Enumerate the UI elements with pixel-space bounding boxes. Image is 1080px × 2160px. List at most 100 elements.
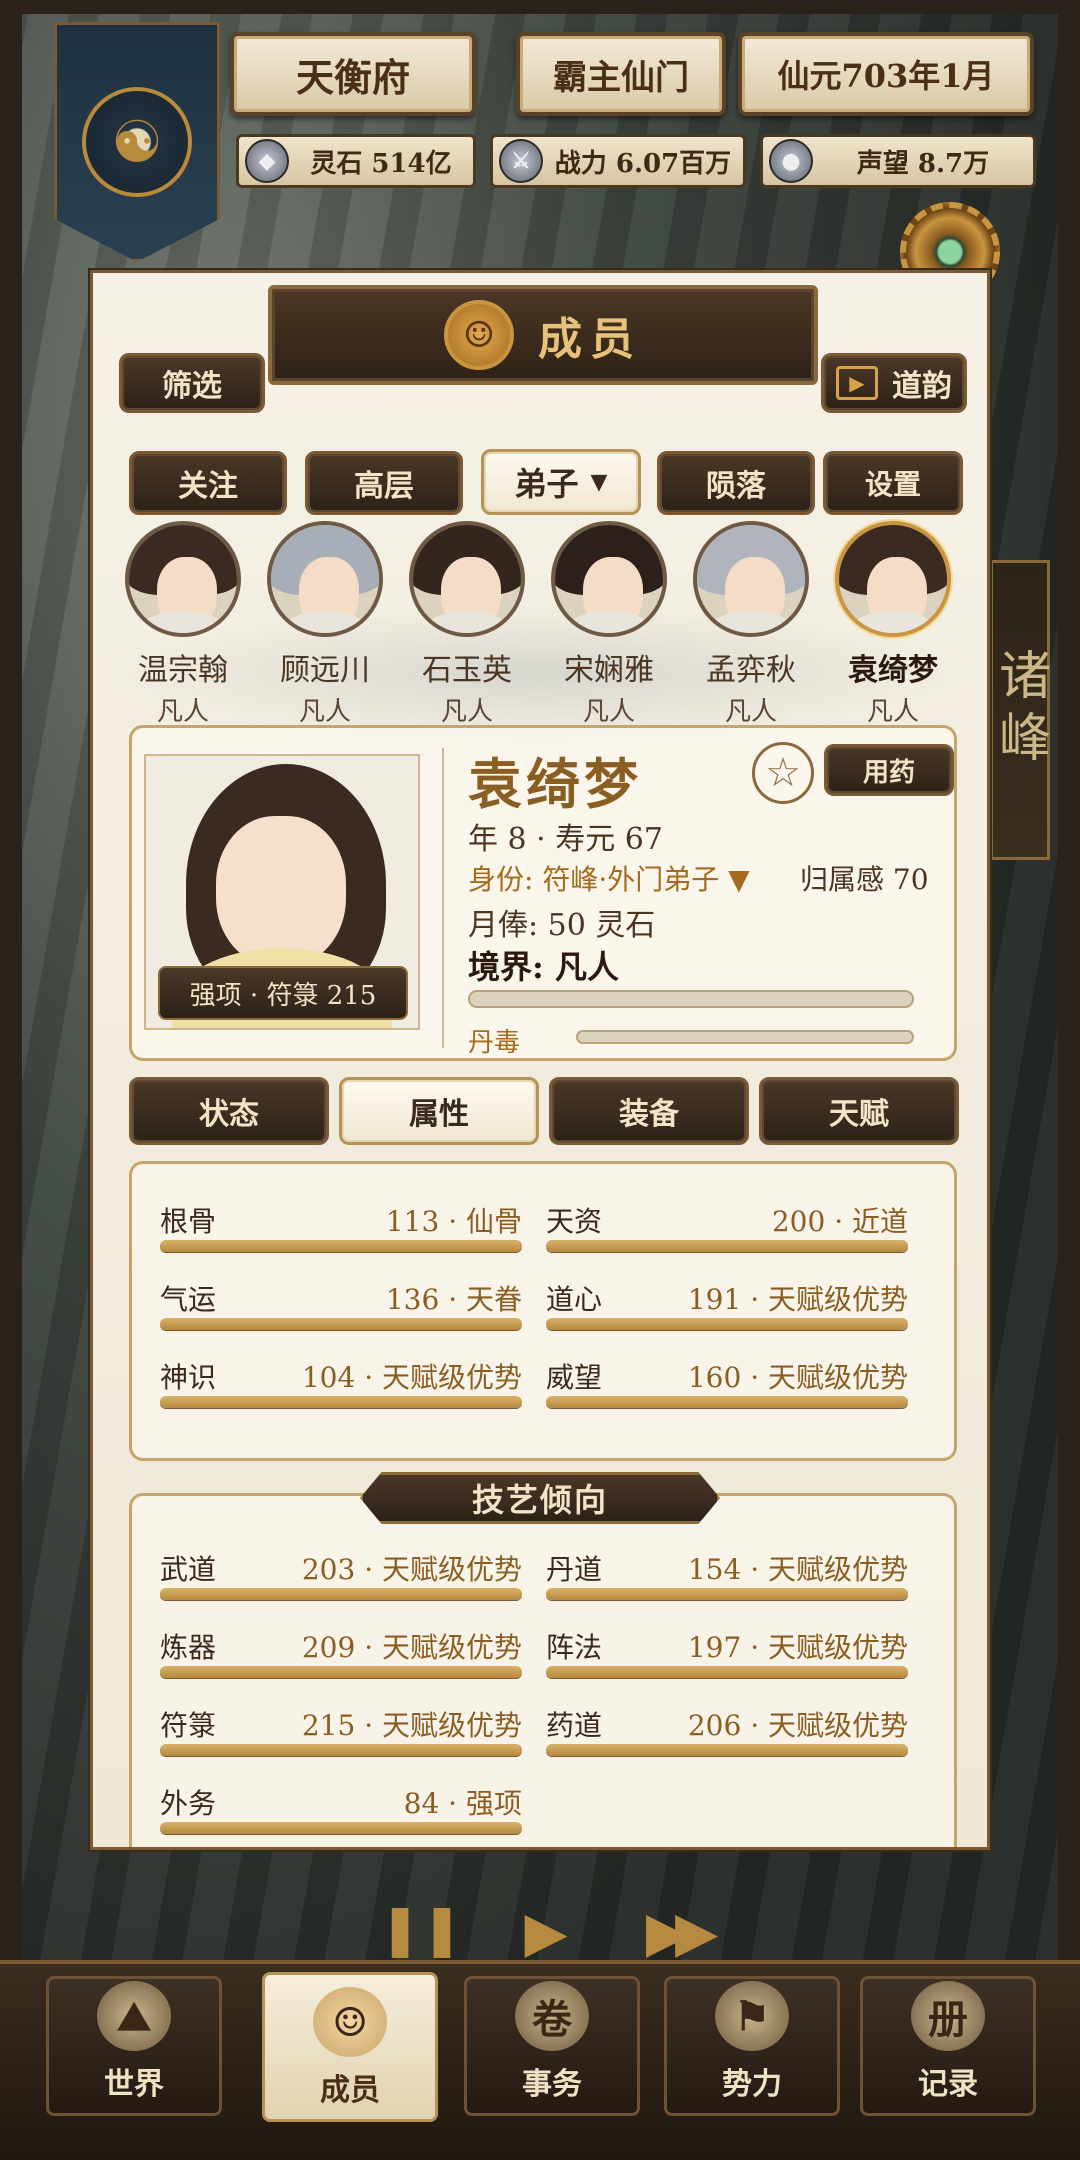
- skill-value: 84 · 强项: [403, 1787, 522, 1820]
- member-portrait: 强项 · 符箓 215: [144, 754, 420, 1030]
- spirit-stone-label: 灵石 514亿: [310, 148, 452, 179]
- tab-talent[interactable]: 天赋: [759, 1077, 959, 1145]
- nav-factions[interactable]: ⚑ 势力: [664, 1976, 840, 2116]
- identity-dropdown[interactable]: 身份: 符峰·外门弟子 ▼: [468, 858, 750, 898]
- member-card[interactable]: 顾远川 凡人: [265, 521, 385, 728]
- side-peaks-tab[interactable]: 诸峰: [990, 560, 1050, 860]
- reputation-resource[interactable]: ● 声望 8.7万: [760, 134, 1036, 188]
- sect-name: 天衡府: [295, 54, 410, 100]
- attribute-row: 气运 136 · 天眷: [160, 1266, 522, 1336]
- member-card[interactable]: 孟弈秋 凡人: [691, 521, 811, 728]
- skill-row: 武道 203 · 天赋级优势: [160, 1536, 522, 1606]
- attribute-name: 气运: [160, 1283, 217, 1316]
- member-rank: 凡人: [866, 697, 919, 727]
- nav-affairs[interactable]: 卷 事务: [464, 1976, 640, 2116]
- nav-label: 记录: [918, 2067, 978, 2102]
- skill-name: 丹道: [546, 1553, 603, 1586]
- tab-label: 装备: [619, 1097, 679, 1132]
- skill-value: 206 · 天赋级优势: [687, 1709, 908, 1742]
- skill-name: 阵法: [546, 1631, 603, 1664]
- member-avatar: [125, 521, 241, 637]
- member-detail-name: 袁绮梦: [468, 752, 642, 816]
- tab-attributes[interactable]: 属性: [339, 1077, 539, 1145]
- panel-title-bar: ☺ 成员: [268, 285, 818, 385]
- tab-equipment[interactable]: 装备: [549, 1077, 749, 1145]
- attribute-row: 威望 160 · 天赋级优势: [546, 1344, 908, 1414]
- play-button[interactable]: ▶: [506, 1900, 586, 1965]
- attribute-row: 天资 200 · 近道: [546, 1188, 908, 1258]
- attribute-name: 道心: [546, 1283, 603, 1316]
- category-label: 设置: [864, 468, 921, 501]
- use-medicine-label: 用药: [862, 757, 915, 788]
- game-date: 仙元703年1月: [777, 57, 995, 95]
- filter-label: 筛选: [162, 369, 222, 404]
- member-avatar: [409, 521, 525, 637]
- use-medicine-button[interactable]: 用药: [824, 744, 954, 796]
- attribute-name: 神识: [160, 1361, 217, 1394]
- member-card[interactable]: 宋娴雅 凡人: [549, 521, 669, 728]
- power-label: 战力 6.07百万: [554, 148, 732, 179]
- attribute-value: 200 · 近道: [771, 1205, 908, 1238]
- filter-button[interactable]: 筛选: [119, 353, 265, 413]
- sword-icon: ⚔: [499, 139, 543, 183]
- strength-tag: 强项 · 符箓 215: [158, 966, 408, 1020]
- sect-title-plate: 霸主仙门: [516, 32, 726, 116]
- skill-value: 197 · 天赋级优势: [687, 1631, 908, 1664]
- nav-world[interactable]: ⛰ 世界: [46, 1976, 222, 2116]
- skill-row: 炼器 209 · 天赋级优势: [160, 1614, 522, 1684]
- pill-poison-label: 丹毒: [468, 1028, 521, 1058]
- mountain-icon: ⛰: [97, 1981, 171, 2051]
- skills-title-label: 技艺倾向: [471, 1481, 608, 1519]
- reputation-label: 声望 8.7万: [856, 148, 990, 179]
- member-card[interactable]: 温宗翰 凡人: [123, 521, 243, 728]
- nav-members[interactable]: ☺ 成员: [262, 1972, 438, 2122]
- member-rank: 凡人: [156, 697, 209, 727]
- age-lifespan: 年 8 · 寿元 67: [468, 822, 663, 857]
- category-label: 关注: [178, 469, 238, 504]
- member-rank: 凡人: [440, 697, 493, 727]
- attributes-section: 根骨 113 · 仙骨 天资 200 · 近道 气运 136 · 天眷 道心 191 ·…: [129, 1161, 957, 1461]
- nav-label: 势力: [722, 2067, 782, 2102]
- skill-value: 209 · 天赋级优势: [301, 1631, 522, 1664]
- member-detail-card: 强项 · 符箓 215 袁绮梦 ☆ 用药 年 8 · 寿元 67 身份: 符峰·…: [129, 725, 957, 1061]
- sect-name-plate[interactable]: 天衡府: [230, 32, 476, 116]
- category-follow[interactable]: 关注: [129, 451, 287, 515]
- film-play-icon: ▶: [836, 366, 878, 400]
- nav-records[interactable]: 册 记录: [860, 1976, 1036, 2116]
- pause-button[interactable]: ❚❚: [376, 1900, 466, 1958]
- power-resource[interactable]: ⚔ 战力 6.07百万: [490, 134, 746, 188]
- dropdown-arrow-icon: ▼: [590, 469, 608, 495]
- category-settings[interactable]: 设置: [823, 451, 963, 515]
- category-fallen[interactable]: 陨落: [657, 451, 815, 515]
- member-avatar: [551, 521, 667, 637]
- fast-forward-icon: ▶▶: [645, 1900, 718, 1965]
- attribute-value: 113 · 仙骨: [385, 1205, 522, 1238]
- skill-row: 药道 206 · 天赋级优势: [546, 1692, 908, 1762]
- member-card[interactable]: 石玉英 凡人: [407, 521, 527, 728]
- nav-label: 事务: [522, 2067, 582, 2102]
- spirit-stone-resource[interactable]: ◆ 灵石 514亿: [236, 134, 476, 188]
- member-card-selected[interactable]: 袁绮梦 凡人: [833, 521, 953, 728]
- star-follow-icon[interactable]: ☆: [752, 742, 814, 804]
- category-label: 弟子: [514, 465, 579, 503]
- sect-banner[interactable]: ☯: [54, 22, 220, 262]
- skill-row: 丹道 154 · 天赋级优势: [546, 1536, 908, 1606]
- category-disciples-dropdown[interactable]: 弟子 ▼: [481, 449, 641, 515]
- tab-label: 天赋: [829, 1097, 889, 1132]
- spirit-stone-icon: ◆: [245, 139, 289, 183]
- divider: [442, 748, 444, 1048]
- member-rank: 凡人: [582, 697, 635, 727]
- fast-forward-button[interactable]: ▶▶: [620, 1900, 730, 1965]
- member-name: 宋娴雅: [564, 653, 654, 688]
- cultivation-progress-bar: [468, 990, 914, 1008]
- daoyun-label: 道韵: [892, 369, 952, 404]
- daoyun-button[interactable]: ▶ 道韵: [821, 353, 967, 413]
- category-leaders[interactable]: 高层: [305, 451, 463, 515]
- attribute-name: 根骨: [160, 1205, 217, 1238]
- belonging: 归属感 70: [800, 863, 929, 896]
- skill-value: 203 · 天赋级优势: [301, 1553, 522, 1586]
- member-rank: 凡人: [724, 697, 777, 727]
- sect-title: 霸主仙门: [553, 57, 689, 98]
- flag-icon: ⚑: [715, 1981, 789, 2051]
- tab-status[interactable]: 状态: [129, 1077, 329, 1145]
